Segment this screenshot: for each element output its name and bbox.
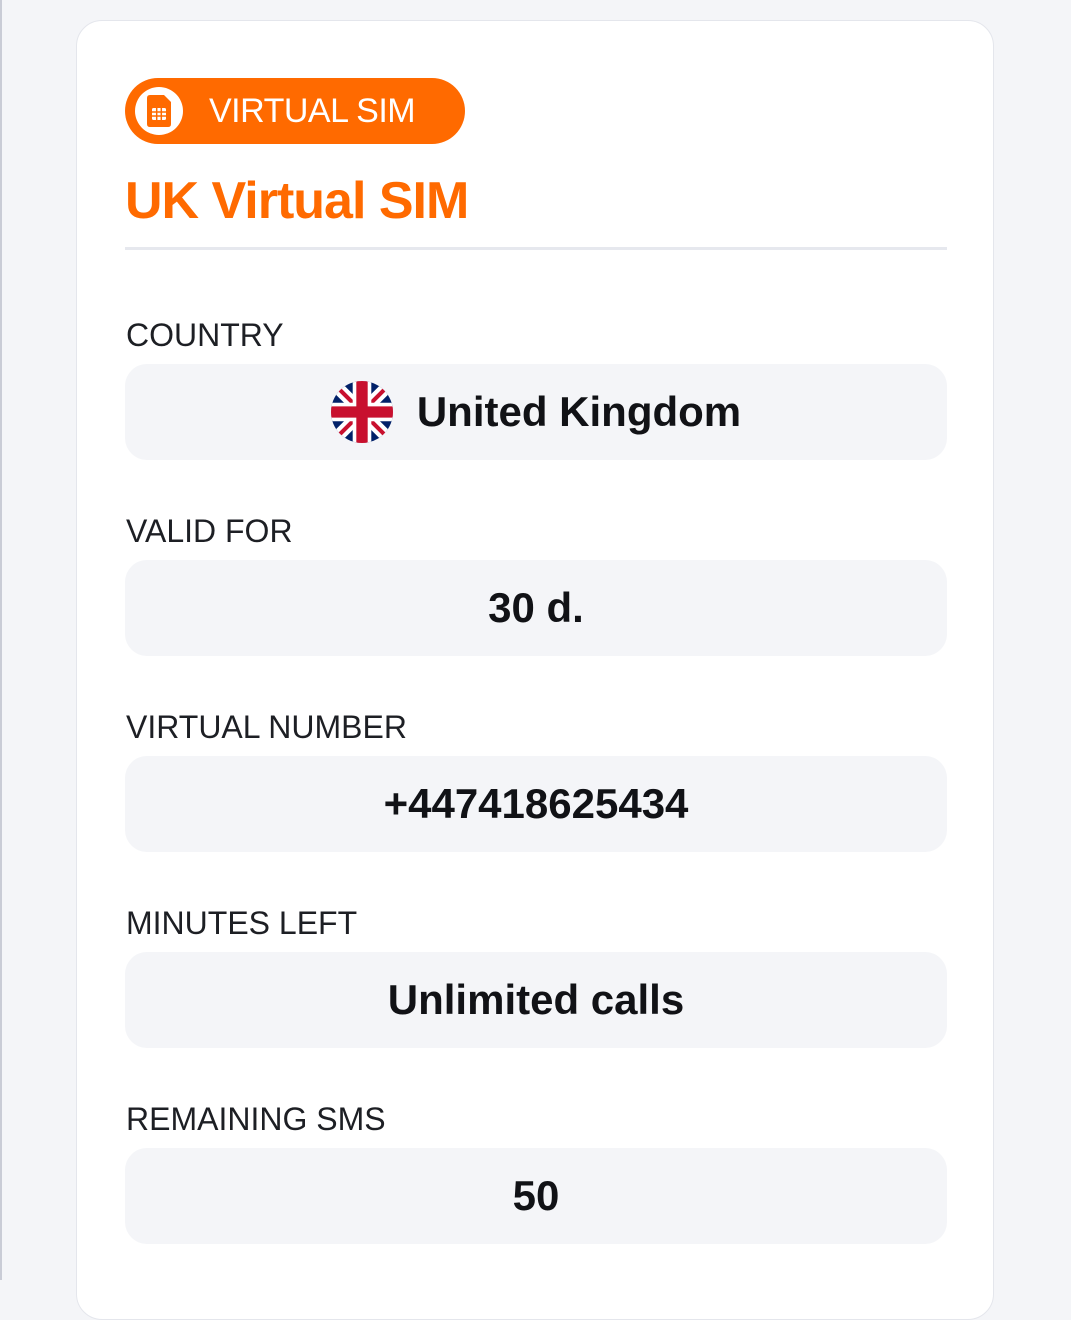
- valid-for-field: 30 d.: [125, 560, 947, 656]
- minutes-left-value: Unlimited calls: [387, 976, 685, 1023]
- left-edge-border: [0, 0, 2, 1280]
- country-field: United Kingdom: [125, 364, 947, 460]
- remaining-sms-value: 50: [512, 1172, 560, 1219]
- sim-card-icon: [135, 87, 183, 135]
- virtual-sim-badge: VIRTUAL SIM: [125, 78, 465, 144]
- minutes-left-label: MINUTES LEFT: [126, 905, 358, 941]
- valid-for-label: VALID FOR: [126, 513, 293, 549]
- remaining-sms-label: REMAINING SMS: [126, 1101, 386, 1137]
- country-label: COUNTRY: [126, 317, 284, 353]
- valid-for-value: 30 d.: [488, 584, 584, 631]
- virtual-number-field[interactable]: +447418625434: [125, 756, 947, 852]
- country-value: United Kingdom: [416, 388, 742, 435]
- badge-label: VIRTUAL SIM: [209, 91, 416, 130]
- title-divider: [125, 247, 947, 250]
- virtual-number-label: VIRTUAL NUMBER: [126, 709, 407, 745]
- minutes-left-field: Unlimited calls: [125, 952, 947, 1048]
- uk-flag-icon: [330, 381, 393, 443]
- page-title: UK Virtual SIM: [125, 172, 469, 230]
- sim-details-card: VIRTUAL SIM UK Virtual SIM COUNTRY Unite…: [76, 20, 994, 1320]
- remaining-sms-field: 50: [125, 1148, 947, 1244]
- virtual-number-value[interactable]: +447418625434: [384, 780, 689, 828]
